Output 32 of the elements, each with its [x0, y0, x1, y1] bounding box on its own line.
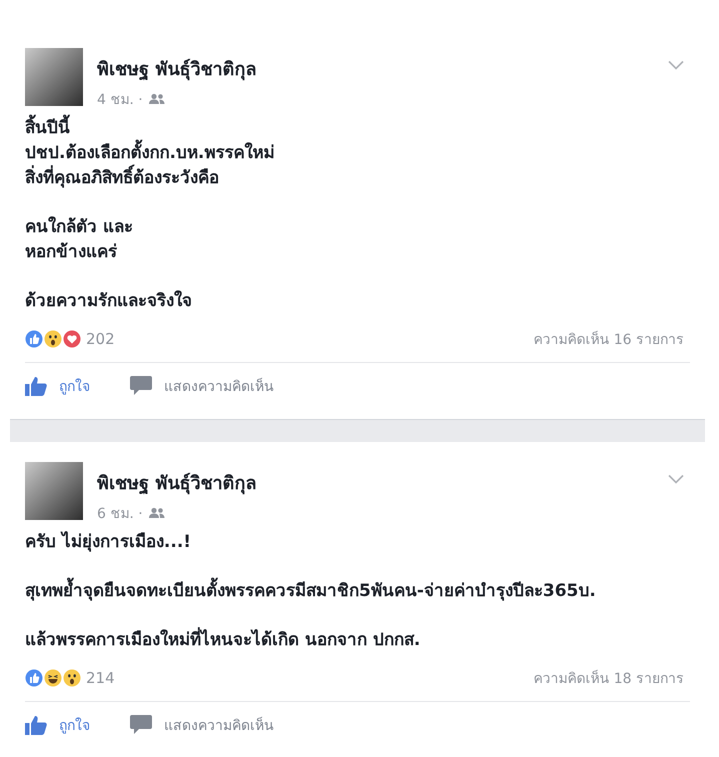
post-text: ด้วยความรักและจริงใจ [25, 289, 193, 313]
chevron-down-icon[interactable] [668, 60, 684, 70]
comment-button[interactable]: แสดงความคิดเห็น [130, 375, 274, 397]
speech-bubble-icon [130, 376, 152, 396]
friends-icon [148, 93, 165, 105]
comment-count[interactable]: ความคิดเห็น 16 รายการ [533, 328, 684, 350]
wow-reaction-icon[interactable] [63, 669, 81, 687]
thumbs-up-icon [25, 715, 47, 735]
post-text: คนใกล้ตัว และ หอกข้างแคร่ [25, 215, 134, 264]
friends-icon [148, 507, 165, 519]
post-time[interactable]: 6 ชม. · [97, 502, 143, 524]
heart-reaction-icon[interactable] [63, 330, 81, 348]
author-name[interactable]: พิเชษฐ พันธุ์วิชาติกุล [97, 468, 654, 497]
profile-photo [25, 462, 83, 520]
comment-count[interactable]: ความคิดเห็น 18 รายการ [533, 667, 684, 689]
wow-reaction-icon[interactable] [44, 330, 62, 348]
thumbs-up-icon [25, 376, 47, 396]
laughing-reaction-icon[interactable] [44, 669, 62, 687]
author-name[interactable]: พิเชษฐ พันธุ์วิชาติกุล [97, 54, 654, 83]
like-button[interactable]: ถูกใจ [25, 375, 90, 397]
comment-button[interactable]: แสดงความคิดเห็น [130, 714, 274, 736]
speech-bubble-icon [130, 715, 152, 735]
post-text: สุเทพย้ำจุดยืนจดทะเบียนตั้งพรรคควรมีสมาชิก5พันคน-จ่ายค่าบำรุงปีละ365บ. [25, 579, 690, 604]
reaction-count[interactable]: 202 [86, 330, 115, 348]
post-text: ครับ ไม่ยุ่งการเมือง...! [25, 530, 192, 554]
like-button[interactable]: ถูกใจ [25, 714, 90, 736]
post-text: สิ้นปีนี้ ปชป.ต้องเลือกตั้งกก.บห.พรรคใหม่ สิ่งที่คุณอภิสิทธิ์ต้องระวังคือ [25, 116, 690, 191]
post-text: แล้วพรรคการเมืองใหม่ที่ไหนจะได้เกิด นอกจาก ปกกส. [25, 628, 690, 653]
post-time[interactable]: 4 ชม. · [97, 88, 143, 110]
reaction-count[interactable]: 214 [86, 669, 115, 687]
profile-photo [25, 48, 83, 106]
chevron-down-icon[interactable] [668, 474, 684, 484]
